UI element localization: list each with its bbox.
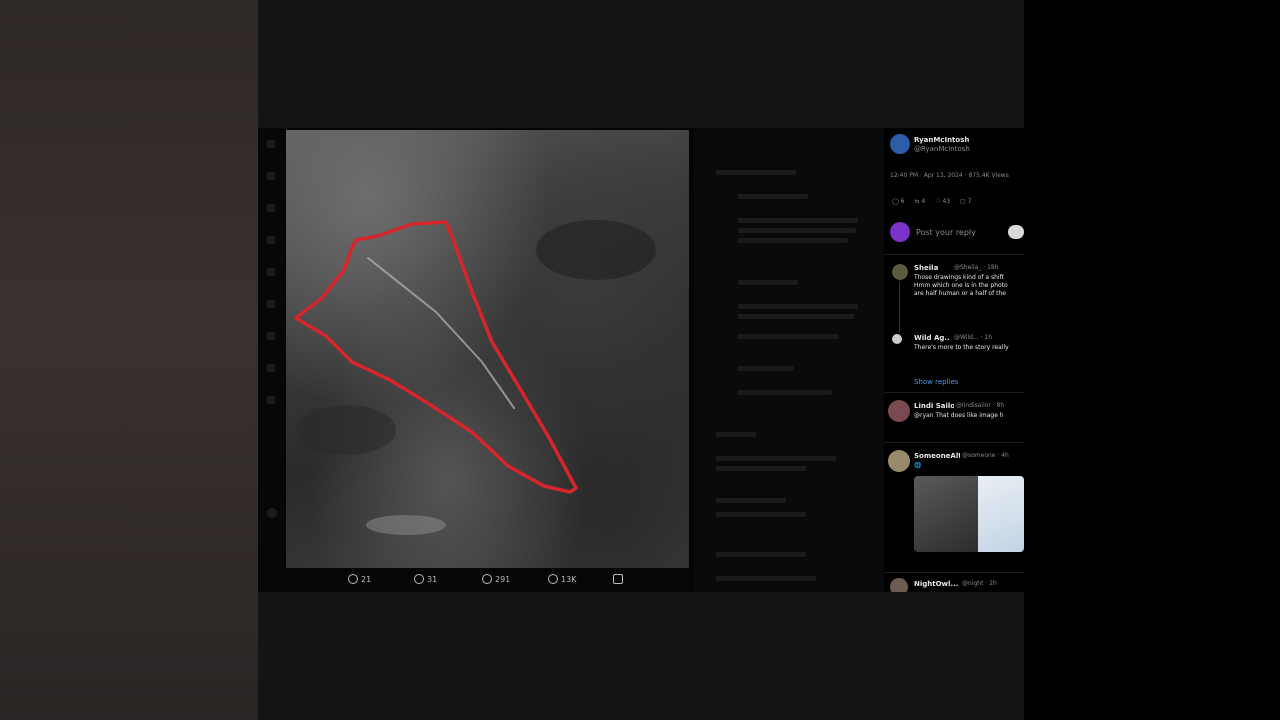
like-button[interactable]: 291 bbox=[482, 572, 510, 586]
ghost-text bbox=[738, 334, 838, 339]
ghost-text bbox=[738, 366, 794, 371]
author-handle[interactable]: @RyanMcIntosh bbox=[914, 145, 1022, 153]
like-icon bbox=[482, 574, 492, 584]
app-nav-rail bbox=[258, 128, 285, 592]
like-count: 291 bbox=[495, 574, 511, 584]
repost-icon bbox=[414, 574, 424, 584]
nav-icon[interactable] bbox=[267, 172, 275, 180]
reply-handle: @Sheila_ · 18h bbox=[954, 264, 999, 271]
ghost-text bbox=[738, 314, 854, 319]
reply-button[interactable]: 21 bbox=[348, 572, 371, 586]
reply-handle: @Wild... · 1h bbox=[954, 334, 993, 341]
ghost-text bbox=[716, 576, 816, 581]
reply-image-attachment[interactable] bbox=[914, 476, 1024, 552]
red-outline-annotation bbox=[294, 220, 656, 535]
reply-handle: @someone · 4h bbox=[962, 452, 1009, 459]
reply-author-name[interactable]: Sheila bbox=[914, 264, 954, 272]
avatar[interactable] bbox=[892, 264, 908, 280]
ghost-text bbox=[738, 228, 856, 233]
ghost-text bbox=[716, 170, 796, 175]
divider bbox=[884, 442, 1024, 443]
ghost-text bbox=[716, 466, 806, 471]
dimmed-thread-column bbox=[694, 128, 884, 592]
divider bbox=[884, 254, 1024, 255]
reply-text: Hmm which one is in the photo bbox=[914, 282, 1008, 289]
nav-icon[interactable] bbox=[267, 364, 275, 372]
nav-icon[interactable] bbox=[267, 140, 275, 148]
reply-handle: @lindisailor · 8h bbox=[956, 402, 1005, 409]
reply-text: Those drawings kind of a shift bbox=[914, 274, 1004, 281]
tweet-detail-panel: RyanMcIntosh @RyanMcIntosh 12:40 PM · Ap… bbox=[884, 128, 1024, 592]
thread-line bbox=[899, 282, 900, 332]
reply-composer: Post your reply bbox=[890, 220, 1024, 244]
post-stats-row: ◯ 6 ⇆ 4 ♡ 43 ▢ 7 bbox=[892, 198, 972, 205]
share-button[interactable] bbox=[613, 572, 626, 586]
nav-icon[interactable] bbox=[267, 204, 275, 212]
bookmark-icon[interactable]: ▢ 7 bbox=[960, 198, 971, 205]
reply-author-name[interactable]: SomeoneAlt... bbox=[914, 452, 960, 460]
reply-author-name[interactable]: NightOwl... bbox=[914, 580, 960, 588]
post-action-bar: 21 31 291 13K bbox=[286, 568, 689, 592]
reply-handle: @night · 2h bbox=[962, 580, 997, 587]
my-avatar bbox=[890, 222, 910, 242]
reply-button[interactable] bbox=[1008, 225, 1024, 239]
ghost-text bbox=[738, 390, 832, 395]
reply-text: @ryan That does like image h bbox=[914, 412, 1004, 419]
nav-icon[interactable] bbox=[267, 332, 275, 340]
ghost-text bbox=[738, 218, 858, 223]
avatar[interactable] bbox=[890, 578, 908, 592]
ghost-text bbox=[716, 498, 786, 503]
like-icon[interactable]: ♡ 43 bbox=[935, 198, 950, 205]
avatar[interactable] bbox=[892, 334, 902, 344]
ghost-text bbox=[716, 552, 806, 557]
nav-icon[interactable] bbox=[267, 300, 275, 308]
nav-icon[interactable] bbox=[267, 268, 275, 276]
reply-count: 21 bbox=[361, 574, 372, 584]
views-count: 13K bbox=[561, 574, 577, 584]
nav-icon[interactable] bbox=[267, 396, 275, 404]
attachment-photo bbox=[914, 476, 978, 552]
post-timestamp: 12:40 PM · Apr 13, 2024 · 875.4K Views bbox=[890, 172, 1009, 179]
nav-icon[interactable] bbox=[267, 236, 275, 244]
ghost-text bbox=[738, 280, 798, 285]
reply-icon bbox=[348, 574, 358, 584]
views-icon bbox=[548, 574, 558, 584]
profile-avatar[interactable] bbox=[267, 508, 277, 518]
show-replies-link[interactable]: Show replies bbox=[914, 378, 994, 386]
blurred-background-left bbox=[0, 0, 258, 720]
ghost-text bbox=[738, 194, 808, 199]
divider bbox=[884, 392, 1024, 393]
views-button[interactable]: 13K bbox=[548, 572, 576, 586]
ghost-text bbox=[716, 456, 836, 461]
avatar[interactable] bbox=[888, 450, 910, 472]
author-avatar[interactable] bbox=[890, 134, 910, 154]
reply-icon[interactable]: ◯ 6 bbox=[892, 198, 904, 205]
author-name[interactable]: RyanMcIntosh bbox=[914, 136, 1022, 144]
reply-author-name[interactable]: Wild Ag... bbox=[914, 334, 950, 342]
ghost-text bbox=[738, 304, 858, 309]
avatar[interactable] bbox=[888, 400, 910, 422]
reply-input[interactable]: Post your reply bbox=[916, 228, 976, 237]
screen-recording-frame: 21 31 291 13K RyanMcIntosh @RyanMcIntosh… bbox=[258, 128, 1024, 592]
black-sidebar-right bbox=[1024, 0, 1280, 720]
reply-text: 🌐 bbox=[914, 462, 922, 469]
share-icon bbox=[613, 574, 623, 584]
ghost-text bbox=[716, 432, 756, 437]
post-image-lunar-surface[interactable] bbox=[286, 130, 689, 568]
ghost-text bbox=[716, 512, 806, 517]
reply-author-name[interactable]: Lindi Sailor bbox=[914, 402, 954, 410]
ghost-text bbox=[738, 238, 848, 243]
repost-button[interactable]: 31 bbox=[414, 572, 437, 586]
attachment-sketch bbox=[978, 476, 1024, 552]
reply-text: are half human or a half of the bbox=[914, 290, 1006, 297]
divider bbox=[884, 572, 1024, 573]
reply-text: There's more to the story really bbox=[914, 344, 1009, 351]
repost-icon[interactable]: ⇆ 4 bbox=[914, 198, 925, 205]
repost-count: 31 bbox=[427, 574, 438, 584]
